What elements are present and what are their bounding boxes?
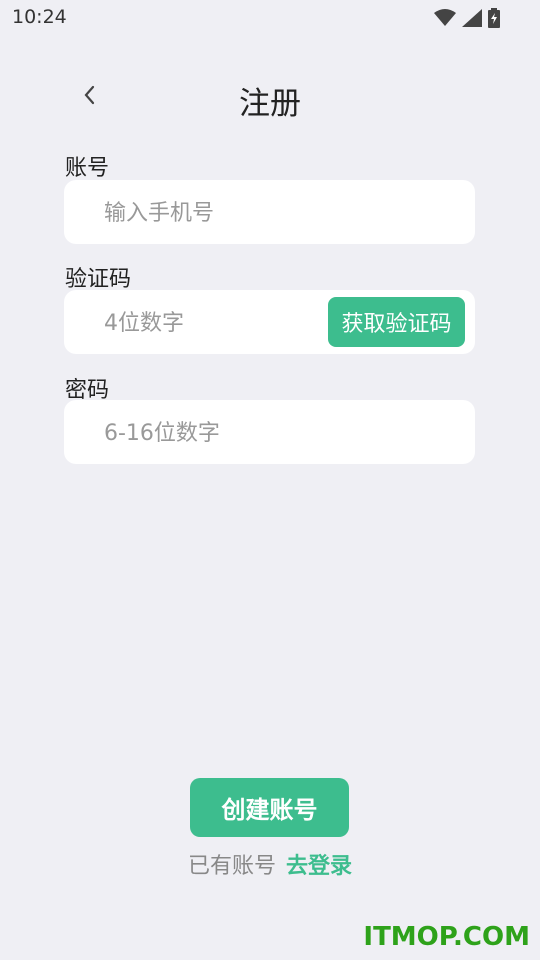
battery-charging-icon [488,8,500,28]
page-title: 注册 [239,86,301,122]
account-label: 账号 [65,156,110,181]
status-icons [434,8,500,28]
get-code-button[interactable]: 获取验证码 [328,297,465,347]
login-prompt: 已有账号 去登录 [0,848,540,880]
verification-label: 验证码 [65,267,132,292]
go-login-link[interactable]: 去登录 [286,854,352,879]
have-account-text: 已有账号 [187,854,276,879]
watermark: ITMOP.COM [363,922,530,952]
account-field [64,180,475,246]
phone-input[interactable] [102,180,346,246]
signal-icon [462,9,482,27]
status-time: 10:24 [12,6,67,28]
password-field [64,400,475,466]
verification-field: 获取验证码 [64,290,475,356]
password-input[interactable] [102,400,346,466]
verification-code-input[interactable] [102,290,346,356]
wifi-icon [434,9,456,27]
status-bar: 10:24 [0,0,540,36]
create-account-button[interactable]: 创建账号 [190,778,349,837]
